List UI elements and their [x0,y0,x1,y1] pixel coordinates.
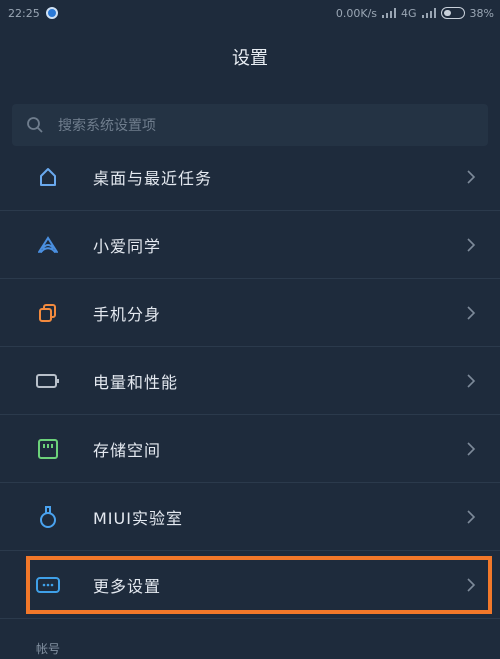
search-icon [27,117,43,133]
search-input[interactable]: 搜索系统设置项 [12,104,488,146]
settings-item-xiaoai[interactable]: 小爱同学 [0,211,500,279]
settings-item-label: 更多设置 [93,576,162,596]
home-icon [36,165,60,189]
settings-list: 桌面与最近任务 小爱同学 手机分身 电量和性能 存储空间 MIUI实验室 更多设… [0,143,500,619]
section-label-account: 帐号 [36,642,61,656]
chevron-right-icon [467,237,476,252]
cell-signal-icon [421,8,436,18]
status-time: 22:25 [8,6,40,20]
dual-phone-icon [36,301,60,325]
settings-item-dual-apps[interactable]: 手机分身 [0,279,500,347]
chevron-right-icon [467,441,476,456]
settings-item-label: MIUI实验室 [93,508,183,528]
battery-percent: 38% [469,6,494,20]
chevron-right-icon [467,373,476,388]
settings-item-miui-lab[interactable]: MIUI实验室 [0,483,500,551]
settings-item-label: 电量和性能 [93,372,179,392]
settings-item-label: 桌面与最近任务 [93,168,213,188]
notification-app-icon [45,7,58,19]
settings-item-more-settings[interactable]: 更多设置 [0,551,500,619]
storage-icon [36,437,60,461]
battery-icon [36,369,60,393]
status-bar: 22:25 0.00K/s 4G 38% [0,0,500,26]
battery-icon [440,7,465,19]
settings-item-label: 手机分身 [93,304,162,324]
network-type: 4G [401,6,417,20]
settings-item-battery[interactable]: 电量和性能 [0,347,500,415]
settings-item-label: 存储空间 [93,440,162,460]
settings-item-desktop[interactable]: 桌面与最近任务 [0,143,500,211]
search-placeholder: 搜索系统设置项 [58,118,156,134]
network-speed: 0.00K/s [335,6,378,20]
page-title: 设置 [232,48,268,69]
chevron-right-icon [467,169,476,184]
more-settings-icon [36,573,60,597]
chevron-right-icon [467,509,476,524]
lab-flask-icon [36,505,60,529]
chevron-right-icon [467,305,476,320]
xiaoai-icon [36,233,60,257]
chevron-right-icon [467,577,476,592]
wifi-signal-icon [382,8,397,18]
settings-item-storage[interactable]: 存储空间 [0,415,500,483]
settings-item-label: 小爱同学 [93,236,162,256]
